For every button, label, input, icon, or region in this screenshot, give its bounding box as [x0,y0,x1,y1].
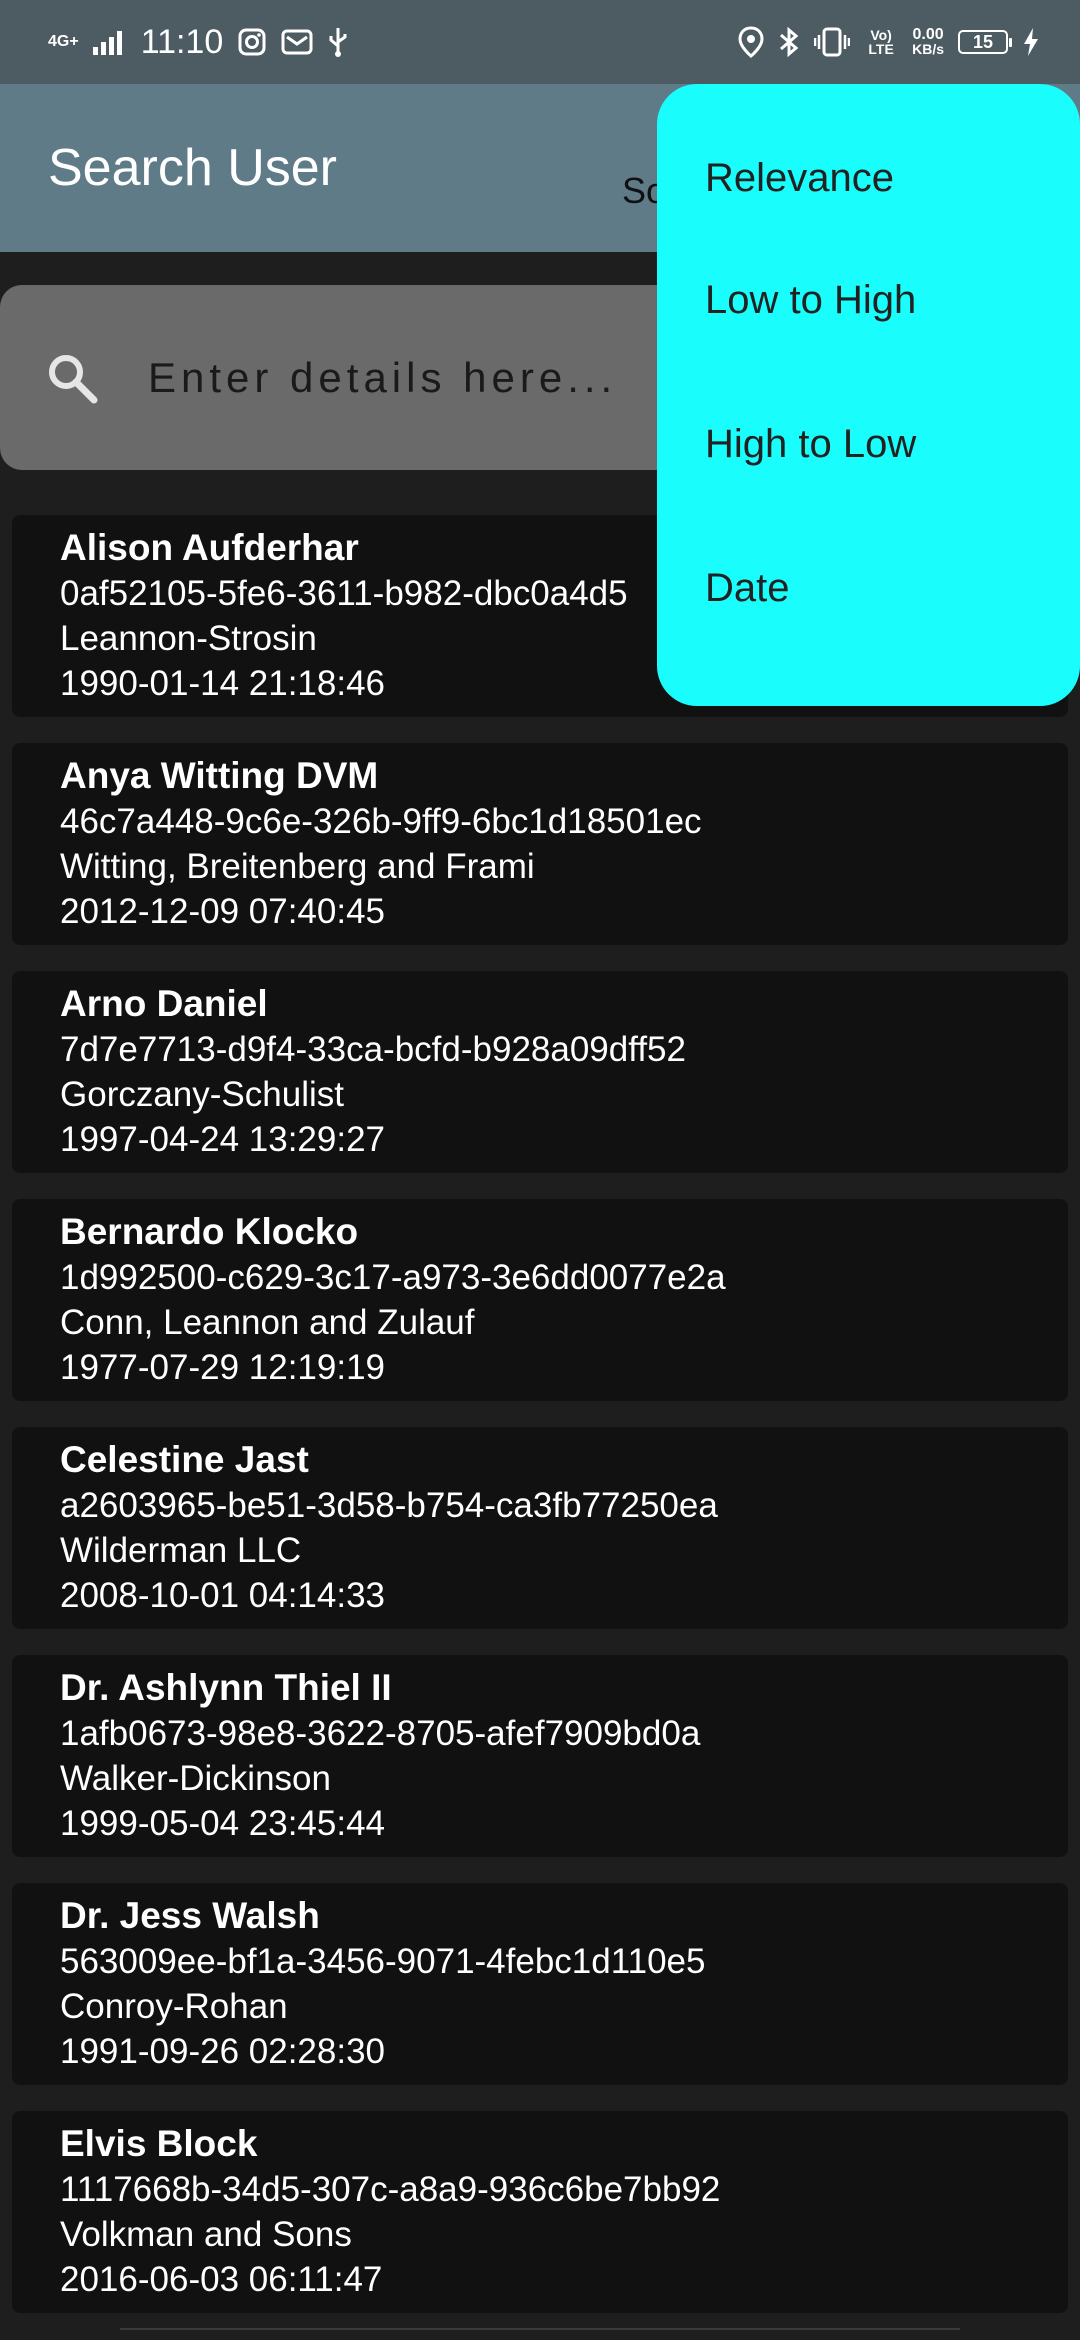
sort-option-low-to-high[interactable]: Low to High [657,228,1080,372]
mail-icon [281,29,313,55]
sort-option-high-to-low[interactable]: High to Low [657,372,1080,516]
user-name: Celestine Jast [60,1439,309,1480]
screen: 4G+ 11:10 Vo) LTE 0.00 KB/s 15 Search Us… [0,0,1080,2340]
user-company: Conn, Leannon and Zulauf [60,1303,475,1342]
user-name: Dr. Ashlynn Thiel II [60,1667,392,1708]
network-type: 4G+ [48,33,79,50]
clock: 11:10 [140,22,224,61]
sort-option-date[interactable]: Date [657,516,1080,660]
network-speed: 0.00 KB/s [912,26,944,57]
user-card[interactable]: Elvis Block 1117668b-34d5-307c-a8a9-936c6… [12,2111,1068,2313]
user-company: Gorczany-Schulist [60,1075,344,1114]
user-date: 1999-05-04 23:45:44 [60,1804,385,1843]
list-bottom-edge [120,2328,960,2340]
instagram-icon [238,28,266,56]
user-card[interactable]: Bernardo Klocko 1d992500-c629-3c17-a973-3… [12,1199,1068,1401]
user-id: 1117668b-34d5-307c-a8a9-936c6be7bb92 [60,2170,721,2209]
user-date: 2008-10-01 04:14:33 [60,1576,385,1615]
user-date: 2016-06-03 06:11:47 [60,2260,383,2299]
user-id: a2603965-be51-3d58-b754-ca3fb77250ea [60,1486,718,1525]
user-date: 2012-12-09 07:40:45 [60,892,385,931]
user-id: 7d7e7713-d9f4-33ca-bcfd-b928a09dff52 [60,1030,686,1069]
search-icon [49,354,98,403]
status-bar: 4G+ 11:10 Vo) LTE 0.00 KB/s 15 [0,0,1080,84]
page-title: Search User [48,139,337,197]
speed-value: 0.00 [912,26,944,43]
speed-unit: KB/s [912,41,944,57]
user-name: Elvis Block [60,2123,258,2164]
user-date: 1997-04-24 13:29:27 [60,1120,385,1159]
user-card[interactable]: Dr. Ashlynn Thiel II 1afb0673-98e8-3622-8… [12,1655,1068,1857]
user-id: 563009ee-bf1a-3456-9071-4febc1d110e5 [60,1942,706,1981]
user-company: Wilderman LLC [60,1531,302,1570]
user-card[interactable]: Celestine Jast a2603965-be51-3d58-b754-ca… [12,1427,1068,1629]
sort-menu: Relevance Low to High High to Low Date [657,84,1080,706]
user-name: Arno Daniel [60,983,268,1024]
user-date: 1991-09-26 02:28:30 [60,2032,385,2071]
user-id: 46c7a448-9c6e-326b-9ff9-6bc1d18501ec [60,802,702,841]
battery-level: 15 [972,31,994,52]
user-card[interactable]: Arno Daniel 7d7e7713-d9f4-33ca-bcfd-b928a… [12,971,1068,1173]
vibrate-icon [814,27,851,57]
battery-icon: 15 [958,30,1012,54]
search-placeholder: Enter details here... [148,353,618,401]
user-date: 1977-07-29 12:19:19 [60,1348,385,1387]
sort-option-relevance[interactable]: Relevance [657,84,1080,228]
usb-icon [329,28,347,57]
user-company: Witting, Breitenberg and Frami [60,847,535,886]
user-name: Dr. Jess Walsh [60,1895,320,1936]
charging-icon [1024,28,1038,56]
user-id: 1d992500-c629-3c17-a973-3e6dd0077e2a [60,1258,726,1297]
user-company: Conroy-Rohan [60,1987,288,2026]
signal-icon [92,31,122,55]
user-id: 1afb0673-98e8-3622-8705-afef7909bd0a [60,1714,701,1753]
location-icon [738,26,764,58]
user-card[interactable]: Anya Witting DVM 46c7a448-9c6e-326b-9ff9-… [12,743,1068,945]
user-company: Walker-Dickinson [60,1759,331,1798]
user-name: Bernardo Klocko [60,1211,359,1252]
user-card[interactable]: Dr. Jess Walsh 563009ee-bf1a-3456-9071-4f… [12,1883,1068,2085]
user-list: Alison Aufderhar 0af52105-5fe6-3611-b982-… [12,515,1068,2339]
volte-indicator: Vo) LTE [868,27,894,57]
user-name: Anya Witting DVM [60,755,379,796]
bluetooth-icon [780,26,799,58]
user-company: Volkman and Sons [60,2215,352,2254]
